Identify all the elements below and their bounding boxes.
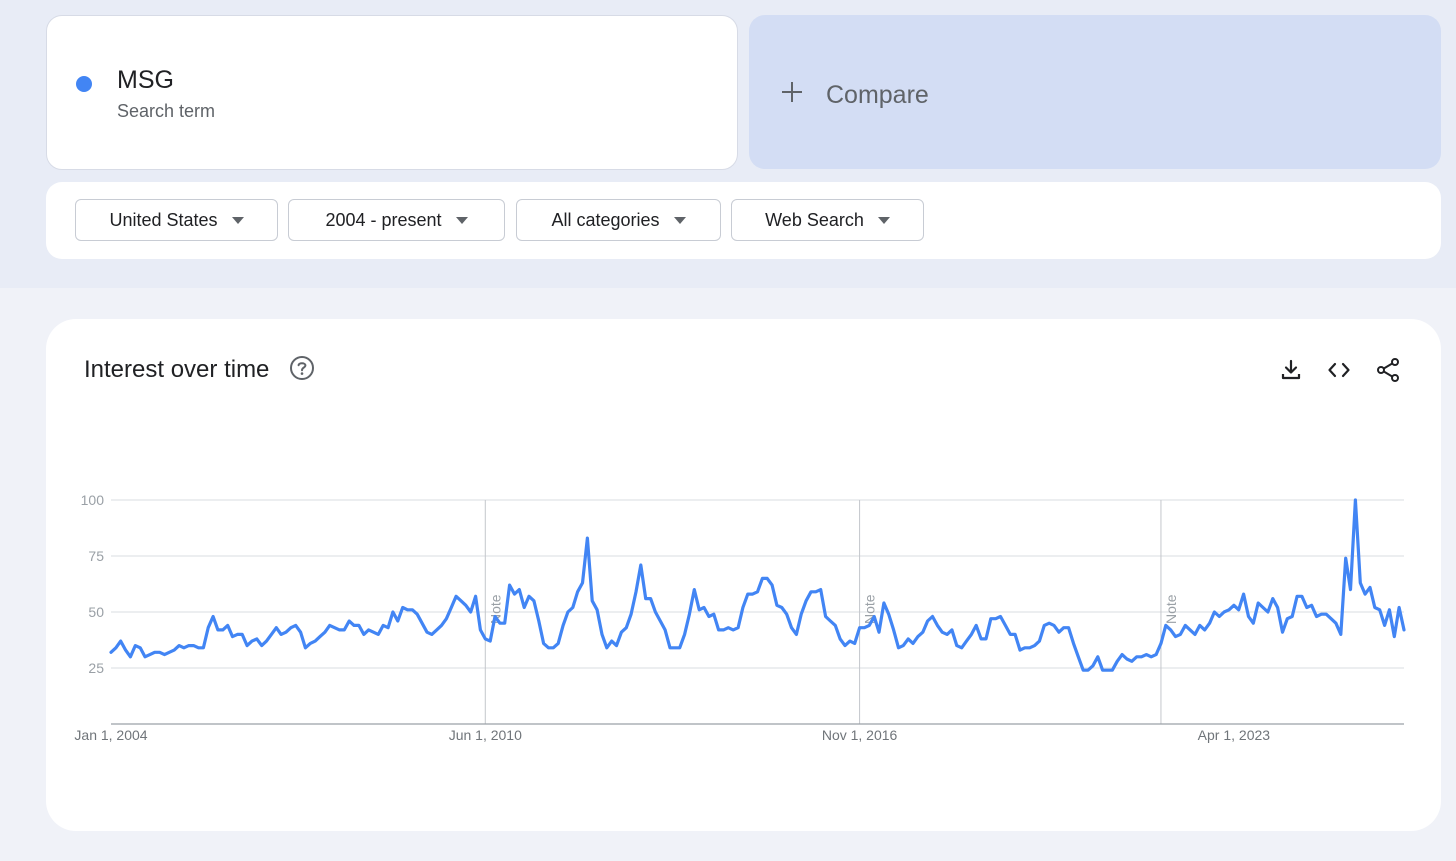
note-marker-label: Note — [1163, 594, 1179, 624]
y-tick-label: 50 — [88, 604, 104, 620]
search-term-color-dot — [76, 76, 92, 92]
caret-down-icon — [455, 216, 468, 224]
interest-over-time-card: Interest over time 25 50 75 100 Note Note Note… — [46, 319, 1441, 831]
time-range-filter-dropdown[interactable]: 2004 - present — [288, 199, 505, 241]
x-tick-label: Jun 1, 2010 — [449, 727, 522, 743]
series-line — [109, 498, 1406, 672]
interest-chart: 255075100Note Note NoteJan 1, 2004 Jun 1, 2… — [74, 492, 1406, 743]
search-term-name[interactable]: MSG — [117, 66, 174, 95]
search-type-filter-label: Web Search — [765, 209, 864, 230]
caret-down-icon — [877, 216, 890, 224]
search-term-card[interactable]: MSG Search term — [46, 15, 738, 170]
x-tick-label: Jan 1, 2004 — [74, 727, 147, 743]
plus-icon — [782, 82, 802, 102]
caret-down-icon — [673, 216, 686, 224]
compare-label: Compare — [826, 81, 929, 109]
region-filter-dropdown[interactable]: United States — [75, 199, 278, 241]
y-tick-label: 75 — [88, 548, 104, 564]
caret-down-icon — [231, 216, 244, 224]
compare-button[interactable]: Compare — [749, 15, 1441, 169]
filter-bar: United States 2004 - present All categor… — [46, 182, 1441, 259]
x-tick-label: Apr 1, 2023 — [1198, 727, 1271, 743]
region-filter-label: United States — [109, 209, 218, 230]
time-range-filter-label: 2004 - present — [325, 209, 442, 230]
category-filter-label: All categories — [551, 209, 660, 230]
search-term-subtitle: Search term — [117, 101, 216, 121]
y-tick-label: 100 — [81, 492, 105, 508]
category-filter-dropdown[interactable]: All categories — [516, 199, 721, 241]
y-tick-label: 25 — [88, 660, 104, 676]
x-tick-label: Nov 1, 2016 — [822, 727, 898, 743]
search-type-filter-dropdown[interactable]: Web Search — [731, 199, 924, 241]
